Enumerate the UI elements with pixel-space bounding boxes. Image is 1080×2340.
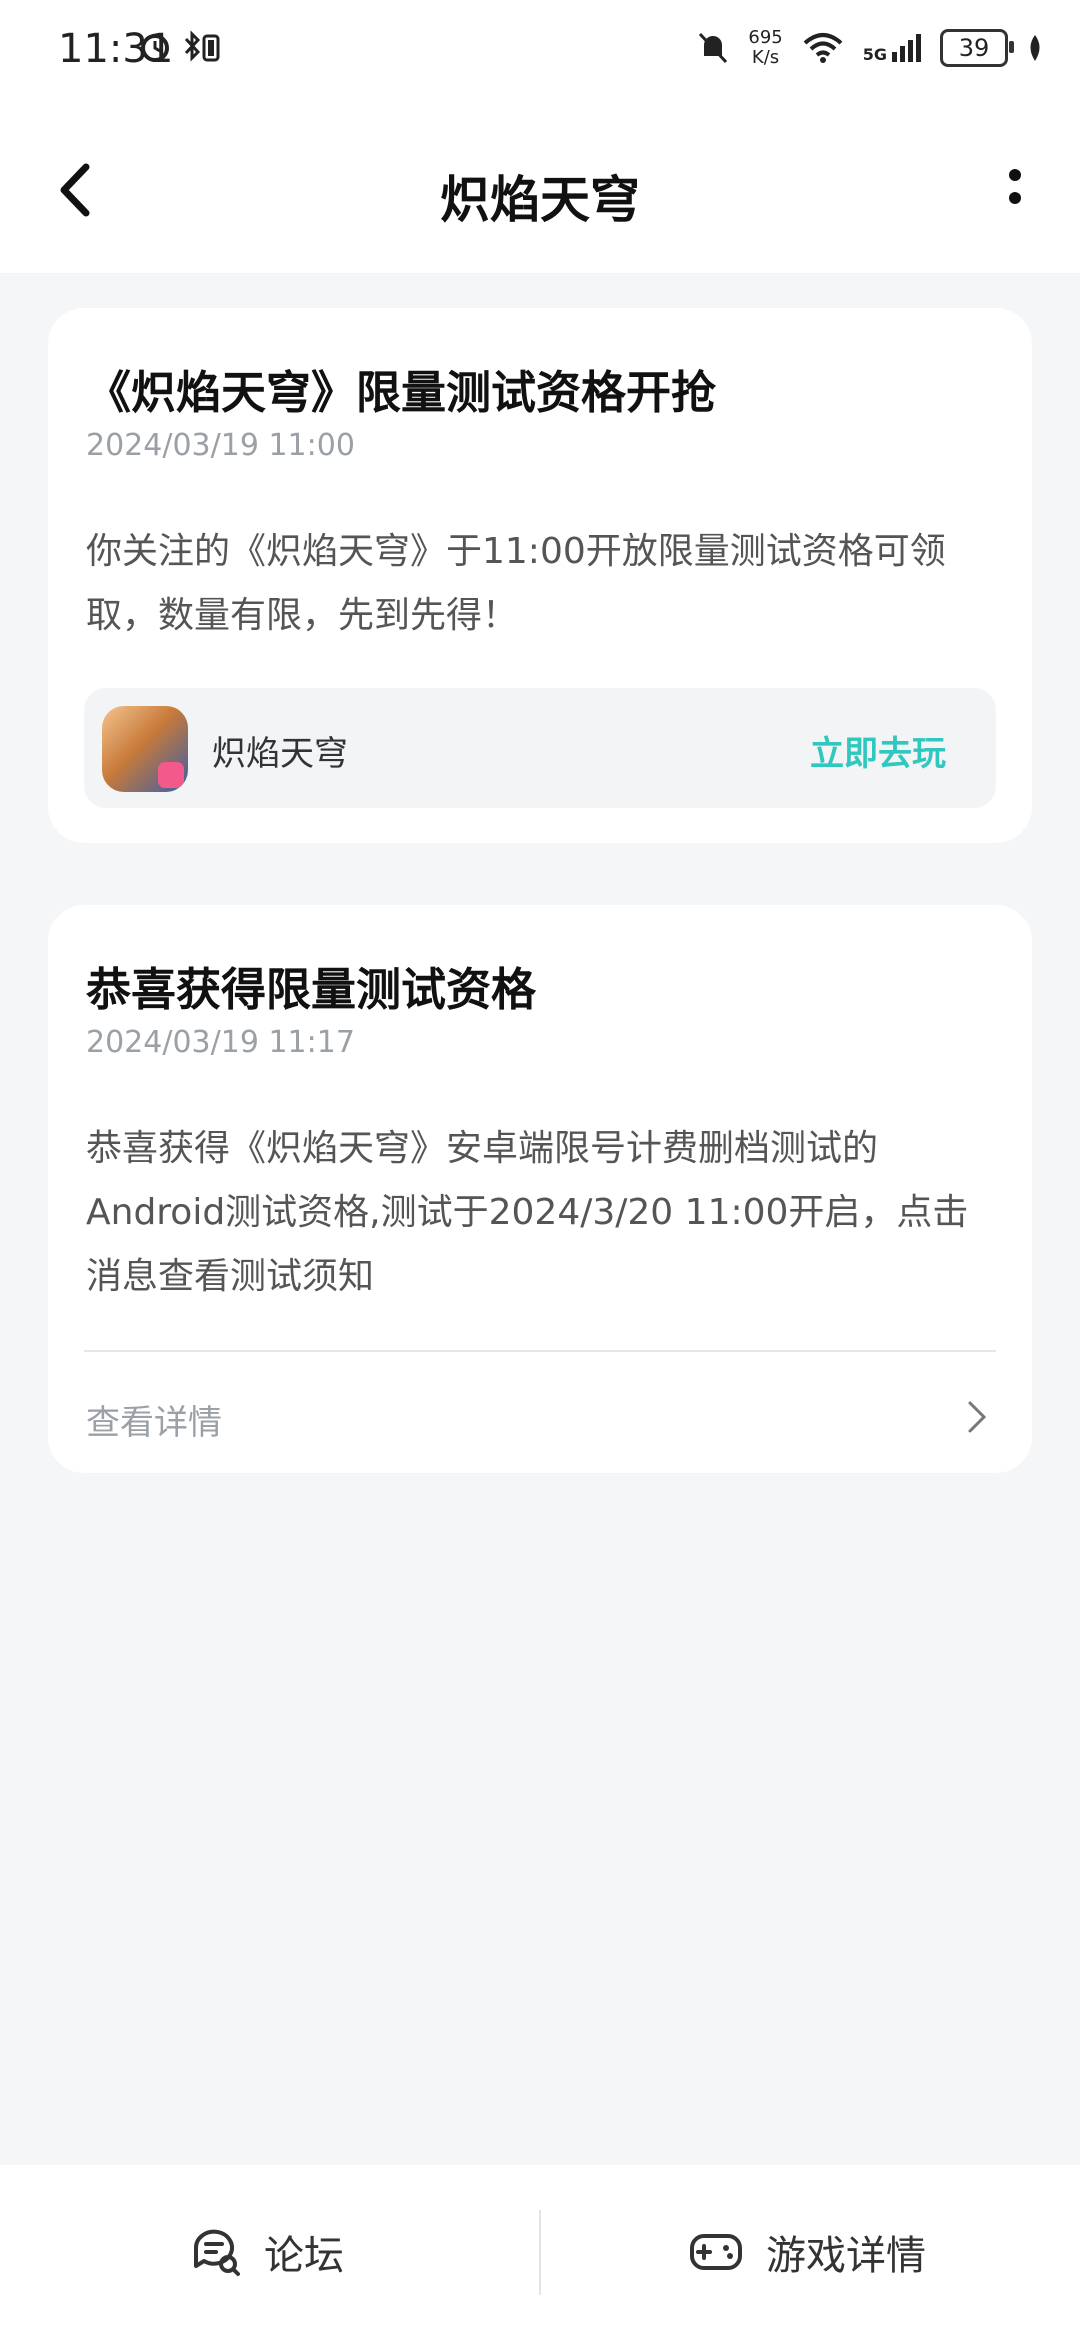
bottom-divider — [539, 2210, 541, 2295]
net-speed-unit: K/s — [751, 47, 780, 68]
forum-label: 论坛 — [264, 2233, 344, 2279]
signal-icon — [892, 34, 921, 62]
play-now-button[interactable]: 立即去玩 — [810, 726, 946, 775]
message-body: 你关注的《炽焰天穹》于11:00开放限量测试资格可领取，数量有限，先到先得！ — [86, 531, 946, 636]
forum-button[interactable]: 论坛 — [190, 2223, 344, 2281]
game-badge-icon — [158, 762, 184, 788]
chevron-right-icon[interactable] — [962, 1397, 992, 1437]
game-name: 炽焰天穹 — [212, 734, 348, 774]
game-avatar — [102, 706, 188, 792]
bluetooth-battery-icon — [184, 30, 220, 62]
game-entry[interactable]: 炽焰天穹 立即去玩 — [84, 688, 996, 808]
alarm-icon — [141, 34, 169, 62]
message-title: 恭喜获得限量测试资格 — [86, 963, 537, 1016]
status-right-icons: 695 K/s 5G 39 — [696, 28, 1044, 68]
net-speed-value: 695 — [748, 27, 783, 48]
divider — [84, 1350, 996, 1352]
gamepad-icon — [690, 2234, 742, 2270]
mute-bell-icon — [699, 32, 728, 64]
network-type: 5G — [862, 45, 887, 64]
battery-level: 39 — [958, 34, 990, 62]
message-body: 恭喜获得《炽焰天穹》安卓端限号计费删档测试的Android测试资格,测试于202… — [86, 1128, 969, 1297]
game-details-button[interactable]: 游戏详情 — [688, 2223, 926, 2281]
game-details-label: 游戏详情 — [766, 2233, 926, 2279]
page-title: 炽焰天穹 — [440, 171, 640, 229]
top-app-bar: 炽焰天穹 — [0, 110, 1080, 273]
bottom-nav: 论坛 游戏详情 — [0, 2165, 1080, 2340]
status-left-icons — [138, 30, 222, 64]
wifi-icon — [803, 33, 843, 63]
net-speed: 695 K/s — [748, 28, 782, 68]
message-time: 2024/03/19 11:00 — [86, 428, 355, 463]
message-time: 2024/03/19 11:17 — [86, 1025, 355, 1060]
battery-icon: 39 — [940, 29, 1014, 67]
forum-chat-icon — [193, 2229, 240, 2276]
more-options-icon[interactable] — [990, 155, 1040, 225]
message-card[interactable]: 恭喜获得限量测试资格 2024/03/19 11:17 恭喜获得《炽焰天穹》安卓… — [48, 905, 1032, 1473]
leaf-icon — [1030, 35, 1040, 61]
status-bar: 11:31 695 K/s 5G 39 — [0, 0, 1080, 110]
view-details-link[interactable]: 查看详情 — [86, 1395, 222, 1444]
message-card[interactable]: 《炽焰天穹》限量测试资格开抢 2024/03/19 11:00 你关注的《炽焰天… — [48, 308, 1032, 843]
message-title: 《炽焰天穹》限量测试资格开抢 — [86, 366, 717, 419]
